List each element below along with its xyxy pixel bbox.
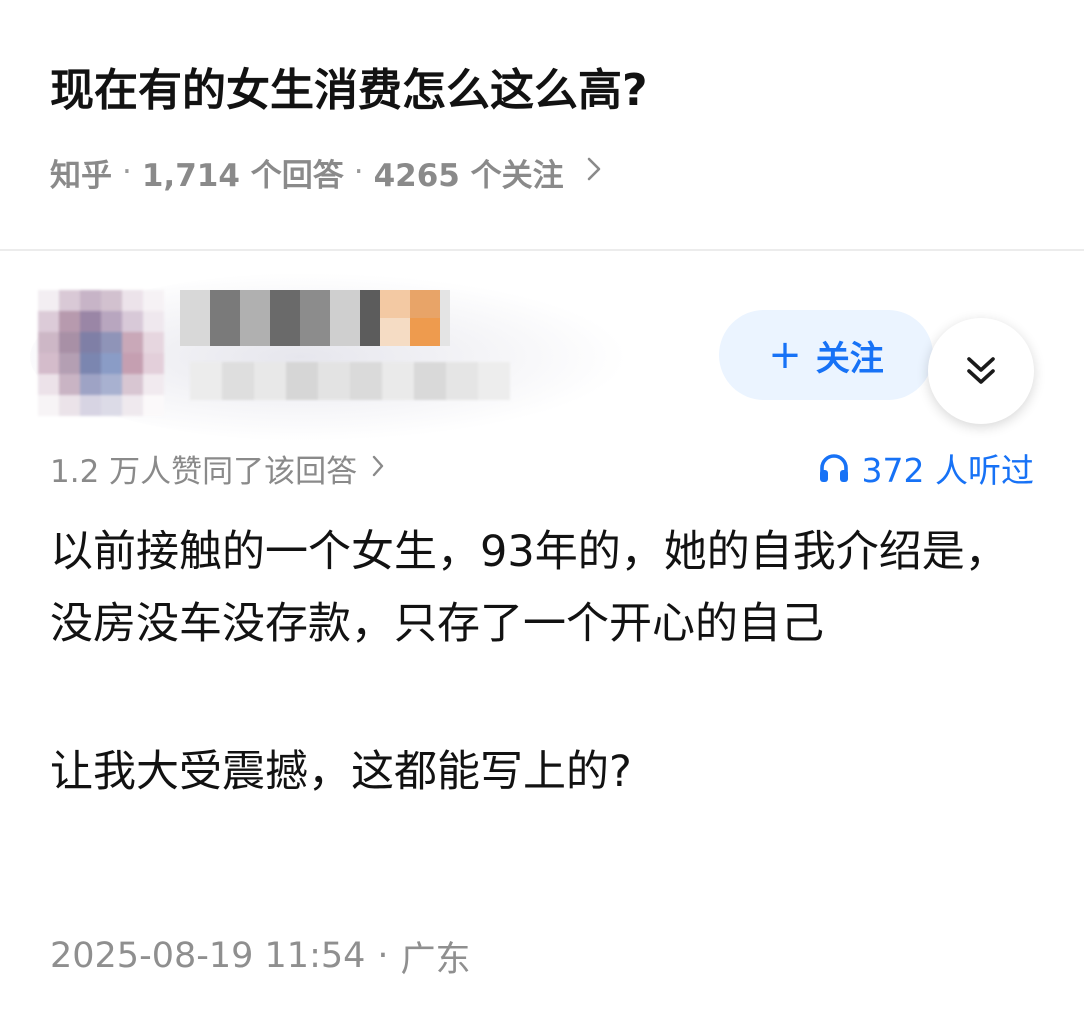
author-info[interactable]	[0, 262, 720, 452]
chevron-right-icon	[371, 450, 385, 486]
listen-count: 372 人听过	[861, 451, 1034, 490]
follow-label: 关注	[815, 338, 884, 379]
headphones-icon	[819, 454, 848, 482]
question-title[interactable]: 现在有的女生消费怎么这么高?	[50, 58, 648, 124]
section-divider	[0, 249, 1084, 251]
author-badge-blurred	[380, 290, 440, 346]
footer-separator: ·	[377, 936, 389, 976]
answer-content[interactable]: 以前接触的一个女生，93年的，她的自我介绍是，没房没车没存款，只存了一个开心的自…	[50, 516, 1040, 808]
follow-button[interactable]: + 关注	[719, 310, 933, 400]
expand-button[interactable]	[928, 318, 1034, 424]
answer-location: 广东	[400, 939, 471, 980]
votes-summary[interactable]: 1.2 万人赞同了该回答	[50, 443, 385, 493]
answer-paragraph: 以前接触的一个女生，93年的，她的自我介绍是，没房没车没存款，只存了一个开心的自…	[50, 527, 1008, 649]
double-chevron-down-icon	[967, 357, 995, 384]
followers-count: 4265 个关注	[373, 157, 564, 194]
author-bio-blurred	[190, 362, 510, 400]
meta-separator: ·	[122, 154, 132, 190]
source-label: 知乎	[50, 157, 112, 194]
listen-count-button[interactable]: 372 人听过	[816, 443, 1034, 493]
answer-timestamp: 2025-08-19 11:54	[50, 936, 366, 976]
avatar[interactable]	[38, 290, 164, 416]
chevron-right-icon	[586, 154, 602, 190]
question-meta[interactable]: 知乎 · 1,714 个回答 · 4265 个关注	[50, 148, 602, 196]
answer-footer: 2025-08-19 11:54 · 广东	[50, 928, 471, 984]
meta-separator: ·	[353, 154, 364, 190]
votes-text: 1.2 万人赞同了该回答	[50, 453, 358, 490]
answers-count: 1,714 个回答	[141, 157, 344, 194]
plus-icon: +	[768, 332, 802, 378]
answer-paragraph: 让我大受震撼，这都能写上的?	[50, 747, 632, 797]
